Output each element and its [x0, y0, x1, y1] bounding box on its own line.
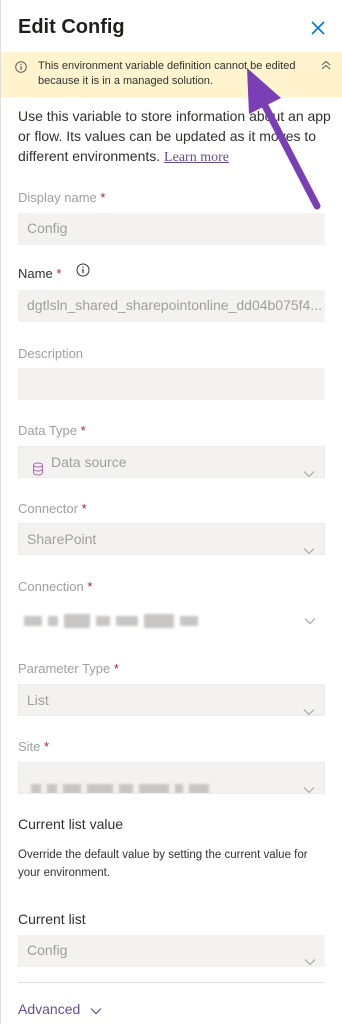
- connector-value: SharePoint: [27, 531, 97, 547]
- name-field[interactable]: dgtlsln_shared_sharepointonline_dd04b075…: [18, 290, 325, 322]
- description-field[interactable]: [18, 368, 325, 400]
- description-label-text: Description: [18, 346, 84, 361]
- name-label-text: Name: [18, 266, 53, 281]
- advanced-label: Advanced: [18, 1001, 81, 1017]
- site-dropdown[interactable]: [18, 762, 325, 794]
- data-type-label-text: Data Type: [18, 423, 78, 438]
- chevron-down-icon: [303, 774, 315, 793]
- current-list-label: Current list: [18, 911, 86, 927]
- chevron-down-icon: [303, 535, 315, 554]
- current-list-heading: Current list value: [18, 816, 124, 832]
- site-label-text: Site: [18, 739, 41, 754]
- chevron-down-icon: [303, 696, 315, 715]
- panel-title: Edit Config: [18, 16, 125, 38]
- data-type-label: Data Type *: [18, 423, 86, 438]
- database-icon: [32, 456, 44, 476]
- info-icon: [15, 60, 27, 73]
- required-marker: *: [81, 501, 87, 516]
- current-list-dropdown[interactable]: Config: [18, 935, 325, 967]
- data-type-dropdown[interactable]: Data source: [18, 446, 325, 478]
- chevron-down-icon: [304, 946, 316, 966]
- required-marker: *: [44, 739, 50, 754]
- display-name-label: Display name *: [18, 190, 105, 205]
- learn-more-link[interactable]: Learn more: [164, 150, 229, 165]
- advanced-toggle[interactable]: Advanced: [18, 1001, 102, 1018]
- current-list-help: Override the default value by setting th…: [18, 849, 308, 879]
- parameter-type-value: List: [27, 692, 49, 708]
- parameter-type-label-text: Parameter Type: [18, 661, 111, 676]
- connection-label: Connection *: [18, 579, 92, 594]
- edit-config-panel: Edit Config This environment variable de…: [0, 0, 342, 1024]
- description-label: Description: [18, 346, 83, 361]
- chevron-down-icon: [303, 458, 315, 477]
- data-type-value: Data source: [51, 454, 127, 470]
- variable-description: Use this variable to store information a…: [18, 106, 333, 168]
- divider: [18, 982, 325, 983]
- chevron-down-icon: [304, 612, 316, 625]
- close-icon[interactable]: [308, 18, 328, 38]
- required-marker: *: [87, 579, 93, 594]
- info-icon[interactable]: [76, 263, 90, 277]
- display-name-field[interactable]: Config: [18, 213, 325, 245]
- warning-message: This environment variable definition can…: [38, 60, 296, 87]
- connector-label: Connector *: [18, 501, 87, 516]
- current-list-value: Config: [27, 942, 68, 958]
- managed-solution-warning: This environment variable definition can…: [1, 52, 342, 98]
- display-name-label-text: Display name: [18, 190, 97, 205]
- connector-dropdown[interactable]: SharePoint: [18, 523, 325, 555]
- site-value-redacted: [31, 773, 215, 793]
- chevron-double-up-icon[interactable]: [319, 58, 333, 72]
- panel-header: Edit Config: [18, 16, 328, 46]
- required-marker: *: [56, 266, 62, 281]
- chevron-down-icon: [90, 1002, 102, 1018]
- site-label: Site *: [18, 739, 49, 754]
- required-marker: *: [100, 190, 106, 205]
- required-marker: *: [113, 661, 119, 676]
- connection-value-redacted: [24, 612, 204, 630]
- required-marker: *: [80, 423, 86, 438]
- connection-dropdown[interactable]: [18, 601, 325, 633]
- parameter-type-label: Parameter Type *: [18, 661, 119, 676]
- parameter-type-dropdown[interactable]: List: [18, 684, 325, 716]
- connector-label-text: Connector: [18, 501, 78, 516]
- name-label: Name *: [18, 266, 61, 281]
- connection-label-text: Connection: [18, 579, 84, 594]
